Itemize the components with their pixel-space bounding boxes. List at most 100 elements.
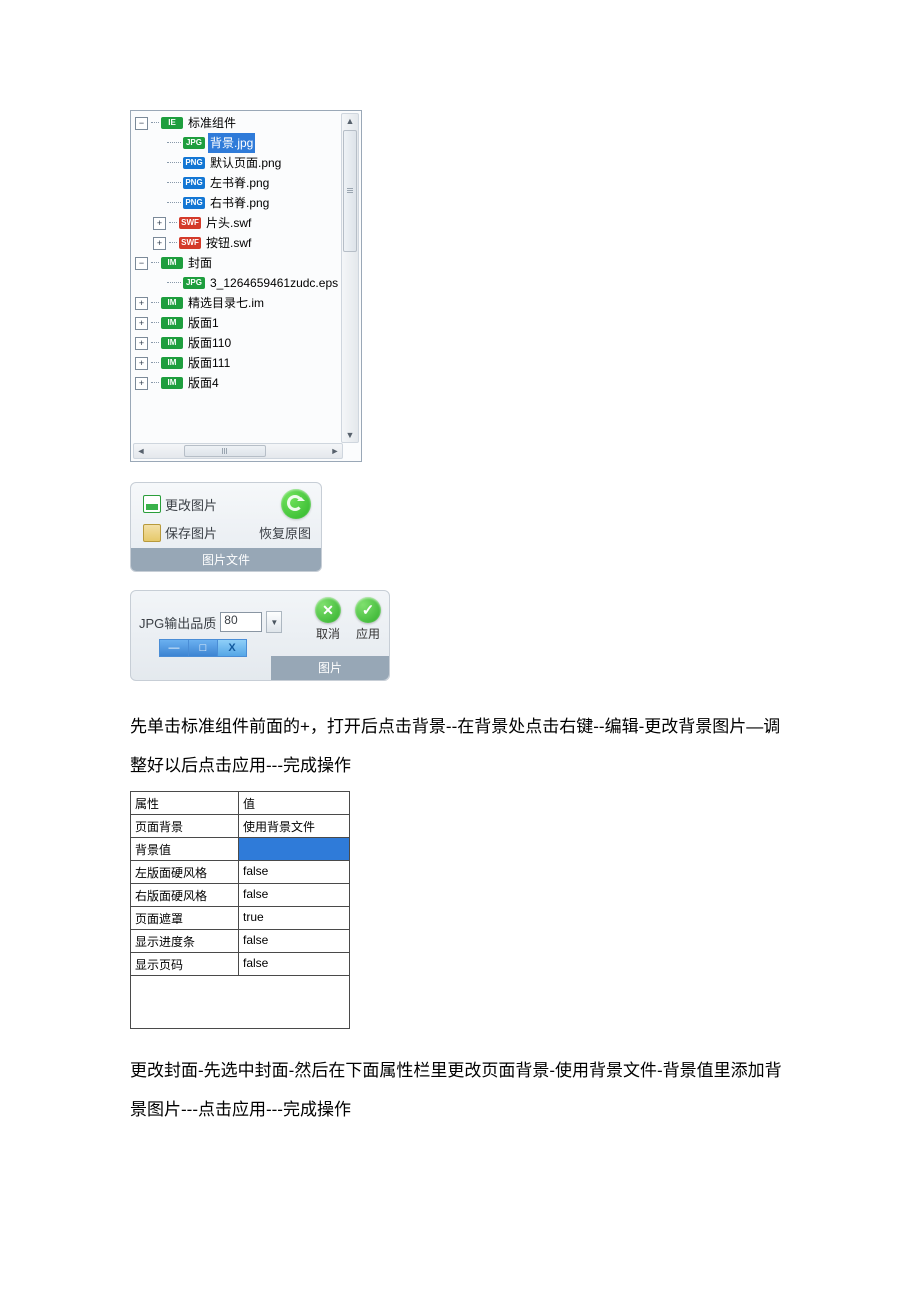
tree: − IE 标准组件 JPG 背景.jpg PNG 默认页面.png: [131, 111, 341, 393]
expand-icon[interactable]: −: [135, 257, 148, 270]
scroll-up-icon[interactable]: ▲: [342, 114, 358, 128]
change-image-label: 更改图片: [165, 495, 217, 514]
tree-node-layout110[interactable]: + IM 版面110: [135, 333, 341, 353]
tree-node-standard-components[interactable]: − IE 标准组件: [135, 113, 341, 133]
prop-row-background-value[interactable]: 背景值: [131, 838, 349, 861]
instruction-paragraph-1: 先单击标准组件前面的+，打开后点击背景--在背景处点击右键--编辑-更改背景图片…: [130, 707, 790, 785]
scroll-down-icon[interactable]: ▼: [342, 428, 358, 442]
tree-body: − IE 标准组件 JPG 背景.jpg PNG 默认页面.png: [131, 111, 341, 441]
tree-node-layout1[interactable]: + IM 版面1: [135, 313, 341, 333]
header-value: 值: [239, 792, 349, 814]
tree-node-default-page-png[interactable]: PNG 默认页面.png: [135, 153, 341, 173]
vertical-scrollbar[interactable]: ▲ ▼: [341, 113, 359, 443]
save-image-button[interactable]: 保存图片: [143, 523, 217, 542]
jpg-quality-input[interactable]: 80: [220, 612, 262, 632]
cancel-label: 取消: [316, 625, 340, 642]
tree-connector: [167, 142, 181, 144]
expand-icon[interactable]: +: [135, 377, 148, 390]
cancel-icon: [315, 597, 341, 623]
apply-button[interactable]: 应用: [355, 597, 381, 642]
scroll-left-icon[interactable]: ◄: [134, 444, 148, 458]
dropdown-icon[interactable]: ▼: [266, 611, 282, 633]
save-icon: [143, 524, 161, 542]
prop-row-progress[interactable]: 显示进度条 false: [131, 930, 349, 953]
scroll-thumb[interactable]: [184, 445, 266, 457]
cancel-button[interactable]: 取消: [315, 597, 341, 642]
expand-icon[interactable]: −: [135, 117, 148, 130]
close-button[interactable]: X: [217, 639, 247, 657]
scroll-thumb[interactable]: [343, 130, 357, 252]
png-badge-icon: PNG: [183, 197, 205, 209]
tree-node-cover[interactable]: − IM 封面: [135, 253, 341, 273]
tree-spacer: [153, 138, 164, 149]
properties-table: 属性 值 页面背景 使用背景文件 背景值 左版面硬风格 false 右版面硬风格…: [130, 791, 350, 1029]
image-file-panel: 更改图片 保存图片 恢复原图 图片文件: [130, 482, 322, 572]
apply-icon: [355, 597, 381, 623]
tree-node-button-swf[interactable]: + SWF 按钮.swf: [135, 233, 341, 253]
im-badge-icon: IM: [161, 377, 183, 389]
jpg-badge-icon: JPG: [183, 277, 205, 289]
expand-icon[interactable]: +: [135, 357, 148, 370]
tree-node-left-spine-png[interactable]: PNG 左书脊.png: [135, 173, 341, 193]
tree-node-cover-eps[interactable]: JPG 3_1264659461zudc.eps: [135, 273, 341, 293]
expand-icon[interactable]: +: [153, 237, 166, 250]
prop-row-page-number[interactable]: 显示页码 false: [131, 953, 349, 976]
restore-image-button[interactable]: 恢复原图: [259, 523, 311, 542]
node-label: 片头.swf: [204, 213, 253, 233]
node-label: 封面: [186, 253, 214, 273]
properties-header: 属性 值: [131, 792, 349, 815]
node-label: 左书脊.png: [208, 173, 271, 193]
node-label: 版面110: [186, 333, 233, 353]
instruction-paragraph-2: 更改封面-先选中封面-然后在下面属性栏里更改页面背景-使用背景文件-背景值里添加…: [130, 1051, 790, 1129]
swf-badge-icon: SWF: [179, 217, 201, 229]
prop-empty-space: [131, 976, 349, 1029]
image-icon: [143, 495, 161, 513]
im-badge-icon: IM: [161, 317, 183, 329]
refresh-icon[interactable]: [281, 489, 311, 519]
im-badge-icon: IM: [161, 357, 183, 369]
restore-image-label: 恢复原图: [259, 523, 311, 542]
node-label: 版面4: [186, 373, 221, 393]
node-label: 版面1: [186, 313, 221, 333]
prop-row-page-background[interactable]: 页面背景 使用背景文件: [131, 815, 349, 838]
expand-icon[interactable]: +: [135, 337, 148, 350]
expand-icon[interactable]: +: [135, 297, 148, 310]
tree-node-layout111[interactable]: + IM 版面111: [135, 353, 341, 373]
scroll-right-icon[interactable]: ►: [328, 444, 342, 458]
png-badge-icon: PNG: [183, 157, 205, 169]
node-label: 默认页面.png: [208, 153, 283, 173]
horizontal-scrollbar[interactable]: ◄ ►: [133, 443, 343, 459]
node-label: 按钮.swf: [204, 233, 253, 253]
im-badge-icon: IM: [161, 297, 183, 309]
node-label: 标准组件: [186, 113, 238, 133]
prop-row-right-hardstyle[interactable]: 右版面硬风格 false: [131, 884, 349, 907]
swf-badge-icon: SWF: [179, 237, 201, 249]
node-label: 右书脊.png: [208, 193, 271, 213]
quality-panel-footer: 图片: [271, 656, 389, 680]
tree-node-right-spine-png[interactable]: PNG 右书脊.png: [135, 193, 341, 213]
jpg-quality-label: JPG输出品质: [139, 613, 216, 632]
tree-node-layout4[interactable]: + IM 版面4: [135, 373, 341, 393]
tree-node-intro-swf[interactable]: + SWF 片头.swf: [135, 213, 341, 233]
tree-node-catalog[interactable]: + IM 精选目录七.im: [135, 293, 341, 313]
minimize-button[interactable]: —: [159, 639, 189, 657]
apply-label: 应用: [356, 625, 380, 642]
tree-connector: [151, 122, 159, 124]
png-badge-icon: PNG: [183, 177, 205, 189]
jpg-badge-icon: JPG: [183, 137, 205, 149]
expand-icon[interactable]: +: [153, 217, 166, 230]
tree-node-background-jpg[interactable]: JPG 背景.jpg: [135, 133, 341, 153]
node-label: 精选目录七.im: [186, 293, 266, 313]
node-label: 背景.jpg: [208, 133, 255, 153]
header-key: 属性: [131, 792, 239, 814]
im-badge-icon: IM: [161, 337, 183, 349]
quality-panel: 取消 应用 JPG输出品质 80 ▼ — □ X 图片: [130, 590, 390, 681]
prop-row-left-hardstyle[interactable]: 左版面硬风格 false: [131, 861, 349, 884]
save-image-label: 保存图片: [165, 523, 217, 542]
expand-icon[interactable]: +: [135, 317, 148, 330]
prop-row-page-mask[interactable]: 页面遮罩 true: [131, 907, 349, 930]
image-panel-footer: 图片文件: [131, 548, 321, 571]
node-label: 3_1264659461zudc.eps: [208, 273, 340, 293]
maximize-button[interactable]: □: [188, 639, 218, 657]
change-image-button[interactable]: 更改图片: [143, 495, 217, 514]
